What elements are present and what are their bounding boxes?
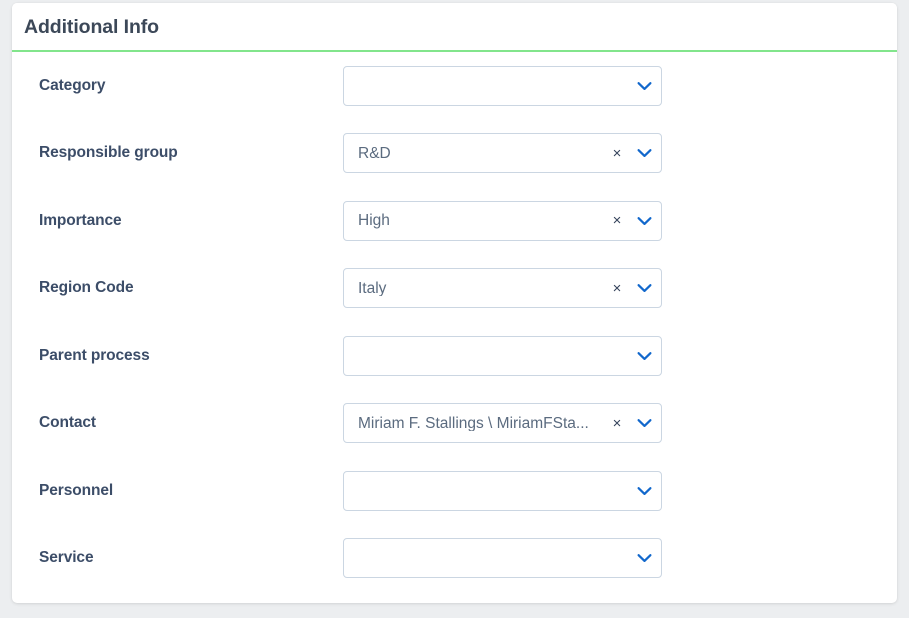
select-value-contact: Miriam F. Stallings \ MiriamFSta...	[344, 416, 609, 432]
form-row-importance: Importance High×	[12, 187, 897, 255]
clear-icon-region-code[interactable]: ×	[609, 281, 625, 296]
form-row-region-code: Region Code Italy×	[12, 255, 897, 323]
form-row-responsible-group: Responsible group R&D×	[12, 120, 897, 188]
card-header: Additional Info	[12, 3, 897, 52]
label-region-code: Region Code	[39, 279, 133, 297]
select-parent-process[interactable]: ×	[343, 336, 662, 376]
chevron-down-icon-category[interactable]	[627, 81, 661, 91]
select-region-code[interactable]: Italy×	[343, 268, 662, 308]
form-row-category: Category ×	[12, 52, 897, 120]
select-value-importance: High	[344, 213, 609, 229]
chevron-down-icon-contact[interactable]	[627, 418, 661, 428]
chevron-down-icon-region-code[interactable]	[627, 283, 661, 293]
select-importance[interactable]: High×	[343, 201, 662, 241]
additional-info-form: Category×Responsible groupR&D×Importance…	[12, 52, 897, 592]
select-contact[interactable]: Miriam F. Stallings \ MiriamFSta...×	[343, 403, 662, 443]
form-row-parent-process: Parent process ×	[12, 322, 897, 390]
clear-icon-contact[interactable]: ×	[609, 416, 625, 431]
form-row-service: Service ×	[12, 525, 897, 593]
clear-icon-importance[interactable]: ×	[609, 213, 625, 228]
label-contact: Contact	[39, 414, 96, 432]
label-parent-process: Parent process	[39, 347, 150, 365]
label-importance: Importance	[39, 212, 122, 230]
page-title: Additional Info	[24, 18, 159, 38]
clear-icon-responsible-group[interactable]: ×	[609, 146, 625, 161]
label-service: Service	[39, 549, 93, 567]
label-responsible-group: Responsible group	[39, 144, 178, 162]
select-personnel[interactable]: ×	[343, 471, 662, 511]
additional-info-card: Additional Info Category×Responsible gro…	[12, 3, 897, 603]
form-row-personnel: Personnel ×	[12, 457, 897, 525]
chevron-down-icon-responsible-group[interactable]	[627, 148, 661, 158]
form-row-contact: Contact Miriam F. Stallings \ MiriamFSta.…	[12, 390, 897, 458]
select-responsible-group[interactable]: R&D×	[343, 133, 662, 173]
select-value-region-code: Italy	[344, 281, 609, 297]
chevron-down-icon-personnel[interactable]	[627, 486, 661, 496]
chevron-down-icon-parent-process[interactable]	[627, 351, 661, 361]
select-service[interactable]: ×	[343, 538, 662, 578]
label-category: Category	[39, 77, 105, 95]
chevron-down-icon-importance[interactable]	[627, 216, 661, 226]
chevron-down-icon-service[interactable]	[627, 553, 661, 563]
label-personnel: Personnel	[39, 482, 113, 500]
select-category[interactable]: ×	[343, 66, 662, 106]
select-value-responsible-group: R&D	[344, 146, 609, 162]
